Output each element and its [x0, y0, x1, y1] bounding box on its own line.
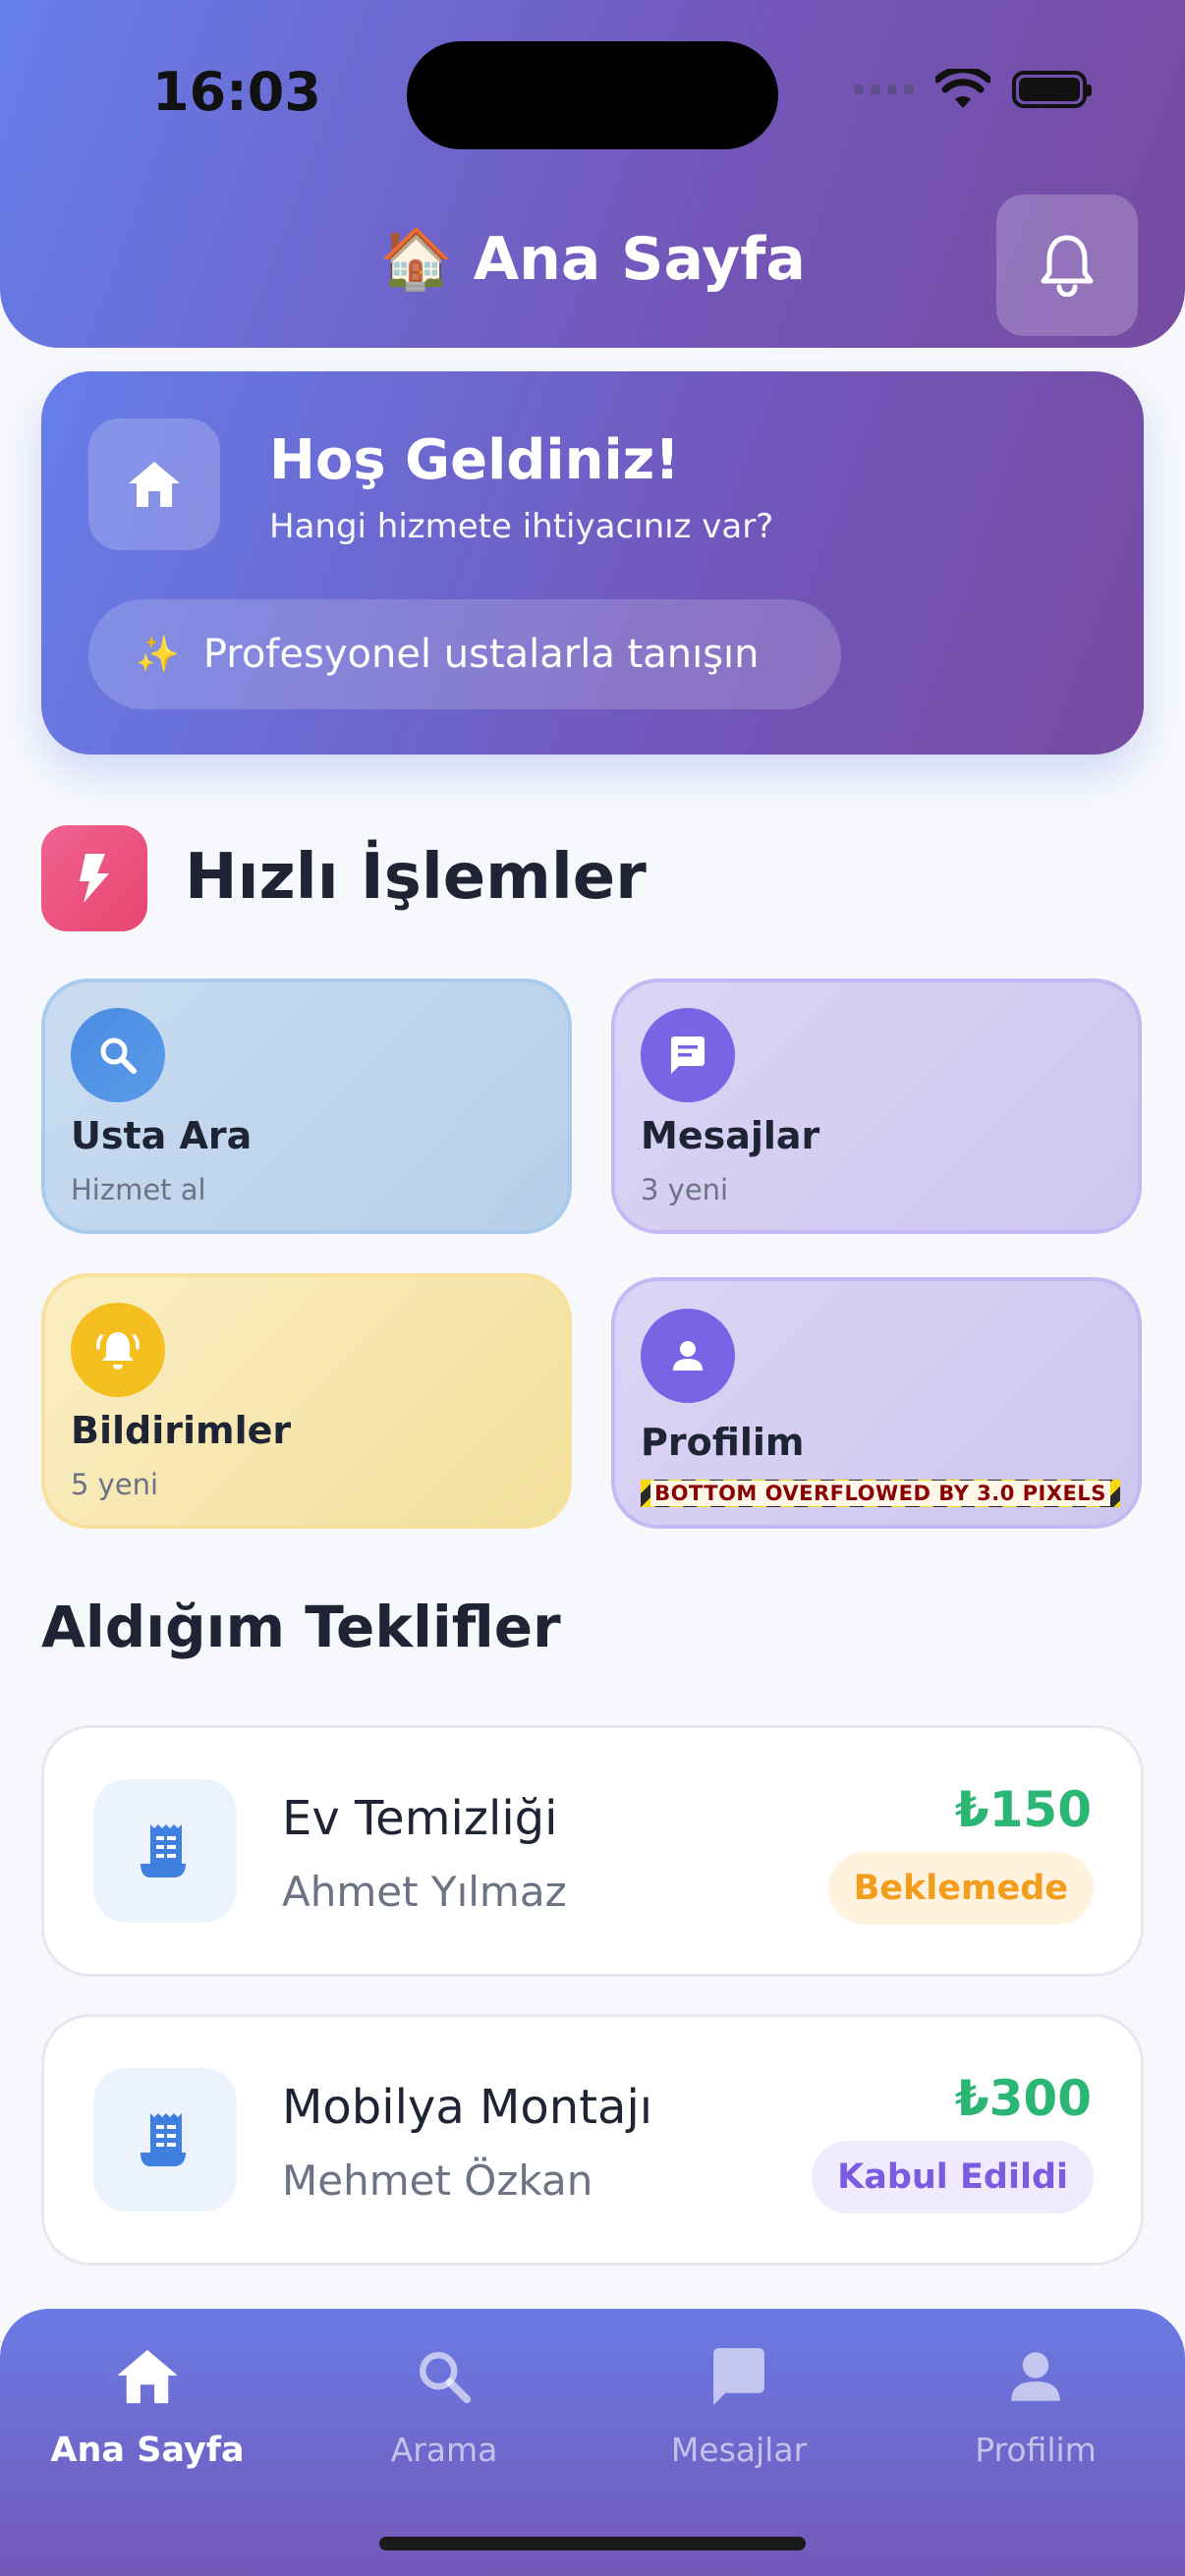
- welcome-pill-text: Profesyonel ustalarla tanışın: [202, 632, 760, 677]
- offer-service: Ev Temizliği: [282, 1791, 558, 1846]
- quick-action-title: Usta Ara: [71, 1114, 253, 1157]
- quick-action-subtitle: 5 yeni: [71, 1468, 159, 1501]
- quick-action-profile[interactable]: Profilim BOTTOM OVERFLOWED BY 3.0 PIXELS: [611, 1277, 1142, 1529]
- lightning-icon-box: [41, 825, 147, 931]
- nav-label: Arama: [390, 2431, 498, 2469]
- offer-person: Mehmet Özkan: [282, 2156, 593, 2205]
- offer-person: Ahmet Yılmaz: [282, 1868, 567, 1916]
- quick-action-title: Bildirimler: [71, 1409, 292, 1452]
- nav-item-profile[interactable]: Profilim: [888, 2332, 1183, 2469]
- welcome-home-icon-box: [88, 419, 220, 550]
- nav-item-search[interactable]: Arama: [297, 2332, 592, 2469]
- wifi-icon: [935, 69, 990, 108]
- receipt-icon-box: [93, 2068, 237, 2212]
- welcome-card: Hoş Geldiniz! Hangi hizmete ihtiyacınız …: [41, 371, 1144, 755]
- offer-price: ₺300: [954, 2070, 1092, 2127]
- home-indicator: [379, 2537, 806, 2550]
- sparkle-icon: ✨: [136, 635, 180, 675]
- person-icon: [1011, 2352, 1060, 2401]
- search-icon: [100, 1037, 137, 1074]
- house-emoji-icon: 🏠: [379, 225, 453, 294]
- nav-label: Profilim: [975, 2431, 1097, 2469]
- quick-action-title: Mesajlar: [641, 1114, 820, 1157]
- search-icon: [419, 2351, 472, 2404]
- overflow-warning-text: BOTTOM OVERFLOWED BY 3.0 PIXELS: [650, 1481, 1110, 1506]
- chat-icon: [713, 2348, 764, 2405]
- person-icon: [673, 1341, 703, 1371]
- quick-actions-title: Hızlı İşlemler: [185, 841, 647, 914]
- overflow-warning-stripe: BOTTOM OVERFLOWED BY 3.0 PIXELS: [641, 1480, 1120, 1507]
- bell-ring-icon: [96, 1332, 140, 1370]
- status-time: 16:03: [152, 61, 321, 123]
- chat-icon: [671, 1036, 705, 1074]
- nav-item-home[interactable]: Ana Sayfa: [0, 2332, 295, 2470]
- cellular-signal-icon: [854, 84, 914, 94]
- status-icons: [854, 69, 1092, 110]
- nav-label: Ana Sayfa: [50, 2431, 245, 2470]
- home-icon: [129, 462, 180, 507]
- offers-title: Aldığım Teklifler: [41, 1594, 561, 1660]
- offer-service: Mobilya Montajı: [282, 2080, 653, 2135]
- lightning-icon: [80, 854, 109, 903]
- nav-label: Mesajlar: [670, 2431, 808, 2469]
- home-icon: [117, 2349, 178, 2404]
- offer-card[interactable]: Mobilya Montajı Mehmet Özkan ₺300 Kabul …: [41, 2014, 1144, 2266]
- quick-action-subtitle: Hizmet al: [71, 1173, 206, 1206]
- quick-action-find-pro[interactable]: Usta Ara Hizmet al: [41, 979, 572, 1234]
- offer-price: ₺150: [954, 1781, 1092, 1838]
- quick-action-notifications[interactable]: Bildirimler 5 yeni: [41, 1273, 572, 1529]
- quick-action-title: Profilim: [641, 1421, 805, 1464]
- status-badge: Kabul Edildi: [812, 2141, 1094, 2213]
- bell-icon: [1041, 235, 1094, 297]
- search-icon-circle: [71, 1008, 165, 1102]
- app-header: 16:03 🏠 Ana Sayfa: [0, 0, 1185, 348]
- offer-card[interactable]: Ev Temizliği Ahmet Yılmaz ₺150 Beklemede: [41, 1725, 1144, 1977]
- chat-icon-circle: [641, 1008, 735, 1102]
- page-title-text: Ana Sayfa: [473, 225, 806, 294]
- notifications-button[interactable]: [996, 195, 1138, 336]
- bell-ring-icon-circle: [71, 1303, 165, 1397]
- person-icon-circle: [641, 1309, 735, 1403]
- welcome-subtitle: Hangi hizmete ihtiyacınız var?: [269, 507, 774, 546]
- quick-action-messages[interactable]: Mesajlar 3 yeni: [611, 979, 1142, 1234]
- receipt-icon: [141, 2113, 186, 2166]
- receipt-icon-box: [93, 1779, 237, 1923]
- receipt-icon: [141, 1824, 186, 1877]
- nav-item-messages[interactable]: Mesajlar: [592, 2332, 886, 2469]
- dynamic-island: [407, 41, 778, 149]
- battery-icon: [1012, 71, 1092, 108]
- welcome-pill[interactable]: ✨ Profesyonel ustalarla tanışın: [88, 599, 841, 709]
- quick-action-subtitle: 3 yeni: [641, 1173, 729, 1206]
- welcome-title: Hoş Geldiniz!: [269, 428, 680, 492]
- status-badge: Beklemede: [827, 1852, 1094, 1925]
